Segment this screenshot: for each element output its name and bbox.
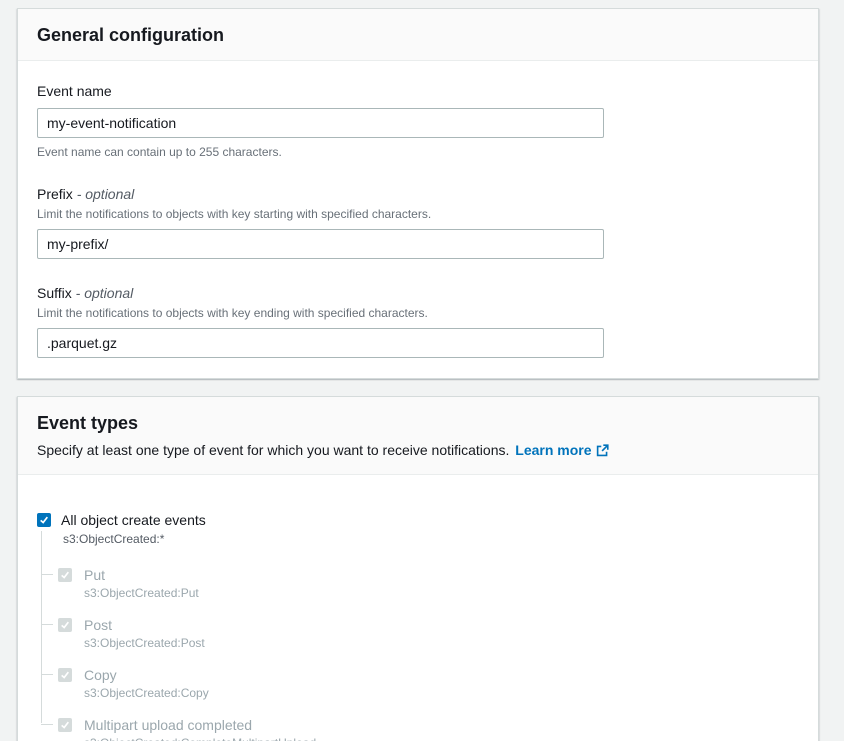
event-type-children: Put s3:ObjectCreated:Put	[37, 566, 798, 741]
event-name-label: Event name	[37, 81, 798, 101]
suffix-optional-flag: - optional	[76, 285, 134, 301]
event-type-child-code: s3:ObjectCreated:Copy	[84, 686, 798, 701]
external-link-icon	[596, 444, 609, 457]
event-type-child-item: Post s3:ObjectCreated:Post	[37, 616, 798, 651]
event-name-helper-text: Event name can contain up to 255 charact…	[37, 144, 798, 160]
all-object-create-events-code: s3:ObjectCreated:*	[63, 532, 798, 547]
all-object-create-events-row: All object create events	[37, 511, 798, 529]
event-type-child-row: Post	[37, 616, 798, 634]
event-type-child-row: Put	[37, 566, 798, 584]
checkbox-checked-disabled-icon	[58, 618, 72, 632]
suffix-field-group: Suffix - optional Limit the notification…	[37, 283, 798, 358]
panel-title-general-configuration: General configuration	[37, 24, 798, 46]
suffix-input[interactable]	[37, 328, 604, 358]
general-configuration-body: Event name Event name can contain up to …	[18, 61, 818, 378]
suffix-label: Suffix - optional	[37, 283, 798, 303]
event-types-tree: All object create events s3:ObjectCreate…	[37, 511, 798, 741]
event-types-body: All object create events s3:ObjectCreate…	[18, 475, 818, 741]
prefix-label: Prefix - optional	[37, 184, 798, 204]
panel-title-event-types: Event types	[37, 412, 798, 434]
checkbox-checked-disabled-icon	[58, 718, 72, 732]
general-configuration-panel: General configuration Event name Event n…	[17, 8, 819, 379]
checkbox-checked-disabled-icon	[58, 668, 72, 682]
prefix-description: Limit the notifications to objects with …	[37, 206, 798, 222]
page: General configuration Event name Event n…	[0, 0, 844, 741]
event-type-child-code: s3:ObjectCreated:Put	[84, 586, 798, 601]
learn-more-link[interactable]: Learn more	[515, 442, 591, 458]
general-configuration-header: General configuration	[18, 9, 818, 61]
event-type-child-row: Multipart upload completed	[37, 716, 798, 734]
event-type-child-label: Multipart upload completed	[84, 716, 252, 734]
event-type-child-code: s3:ObjectCreated:CompleteMultipartUpload	[84, 736, 798, 741]
prefix-optional-flag: - optional	[77, 186, 135, 202]
checkbox-checked-icon[interactable]	[37, 513, 51, 527]
event-type-child-label: Post	[84, 616, 112, 634]
event-types-header: Event types Specify at least one type of…	[18, 397, 818, 475]
prefix-field-group: Prefix - optional Limit the notification…	[37, 184, 798, 259]
prefix-input[interactable]	[37, 229, 604, 259]
event-types-description: Specify at least one type of event for w…	[37, 440, 798, 460]
event-types-panel: Event types Specify at least one type of…	[17, 396, 819, 741]
event-name-input[interactable]	[37, 108, 604, 138]
all-object-create-events-label: All object create events	[61, 511, 206, 529]
event-type-child-label: Copy	[84, 666, 117, 684]
checkbox-checked-disabled-icon	[58, 568, 72, 582]
suffix-description: Limit the notifications to objects with …	[37, 305, 798, 321]
event-name-field-group: Event name Event name can contain up to …	[37, 81, 798, 160]
event-type-child-item: Put s3:ObjectCreated:Put	[37, 566, 798, 601]
event-type-child-item: Multipart upload completed s3:ObjectCrea…	[37, 716, 798, 741]
event-type-child-row: Copy	[37, 666, 798, 684]
event-type-child-item: Copy s3:ObjectCreated:Copy	[37, 666, 798, 701]
event-type-child-code: s3:ObjectCreated:Post	[84, 636, 798, 651]
event-type-child-label: Put	[84, 566, 105, 584]
